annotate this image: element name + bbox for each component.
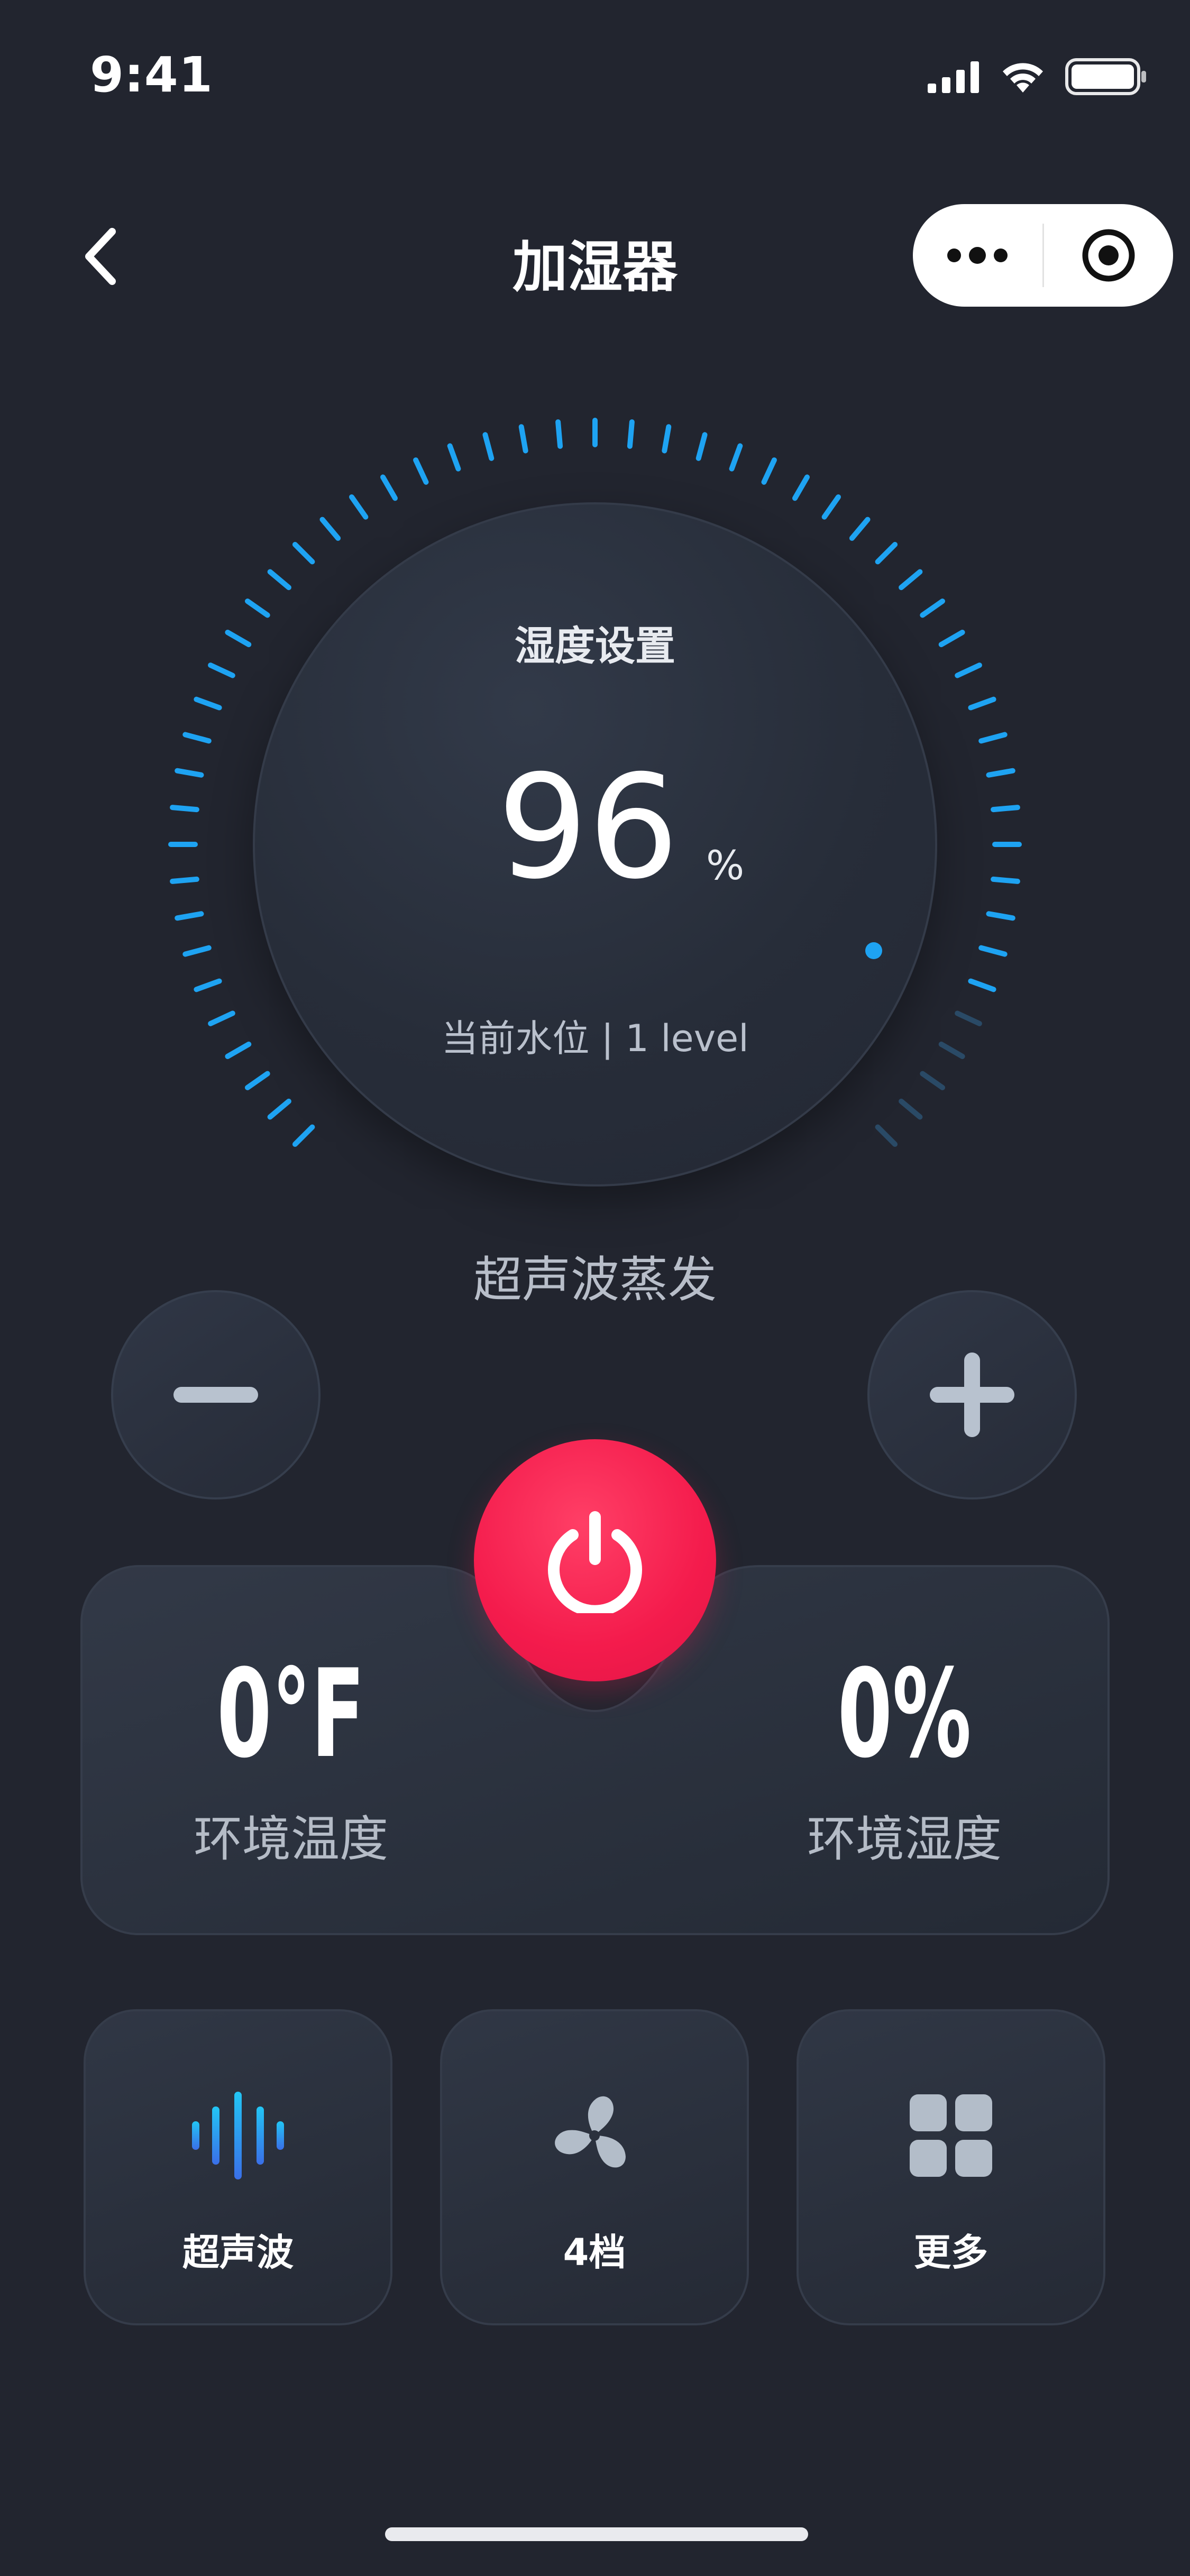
decrease-button[interactable] bbox=[111, 1290, 321, 1499]
target-circle-icon bbox=[1082, 229, 1135, 282]
dial-tick bbox=[349, 494, 369, 520]
more-options-button[interactable] bbox=[913, 204, 1042, 307]
ambient-temperature-label: 环境温度 bbox=[193, 1811, 388, 1867]
fan-icon bbox=[442, 2091, 747, 2181]
dial-tick bbox=[821, 494, 841, 520]
dial-tick bbox=[899, 569, 923, 591]
dial-label: 湿度设置 bbox=[515, 622, 675, 669]
dial-tick bbox=[986, 911, 1015, 921]
increase-button[interactable] bbox=[867, 1290, 1077, 1499]
dial-tick bbox=[245, 1071, 270, 1090]
status-time: 9:41 bbox=[90, 47, 213, 103]
minus-icon bbox=[173, 1387, 258, 1403]
grid-icon bbox=[799, 2091, 1103, 2181]
tile-fan-speed-label: 4档 bbox=[563, 2231, 626, 2274]
tile-fan-speed[interactable]: 4档 bbox=[440, 2009, 749, 2325]
dial-tick bbox=[267, 1098, 291, 1120]
sound-wave-icon bbox=[86, 2091, 390, 2181]
dial-tick bbox=[968, 696, 996, 711]
power-icon bbox=[548, 1511, 642, 1613]
status-icons bbox=[928, 58, 1148, 95]
dial-tick bbox=[849, 517, 871, 541]
humidity-value: 96 bbox=[497, 744, 679, 910]
dial-tick bbox=[175, 768, 204, 778]
dial-tick bbox=[380, 474, 398, 501]
cellular-signal-icon bbox=[928, 61, 979, 93]
dial-tick bbox=[267, 569, 291, 591]
tile-more-label: 更多 bbox=[914, 2231, 988, 2274]
dial-tick bbox=[761, 457, 777, 485]
dial-tick bbox=[194, 978, 222, 992]
tile-more[interactable]: 更多 bbox=[797, 2009, 1105, 2325]
dial-tick bbox=[182, 732, 212, 744]
dial-tick bbox=[413, 457, 429, 485]
ambient-temperature-value: 0°F bbox=[217, 1644, 365, 1785]
tile-ultrasonic-label: 超声波 bbox=[182, 2231, 294, 2274]
dial-tick bbox=[175, 911, 204, 921]
plus-icon bbox=[930, 1353, 1014, 1437]
home-indicator bbox=[385, 2527, 808, 2541]
wifi-icon bbox=[1003, 63, 1043, 93]
dial-tick bbox=[627, 419, 635, 449]
dial-tick bbox=[875, 1124, 898, 1147]
dial-tick bbox=[899, 1098, 923, 1120]
dial-tick bbox=[986, 768, 1015, 778]
dial-tick bbox=[991, 805, 1020, 813]
humidity-unit: % bbox=[706, 842, 745, 889]
dial-tick bbox=[182, 945, 212, 957]
battery-icon bbox=[1065, 58, 1146, 95]
dial-tick bbox=[978, 945, 1008, 957]
dial-tick bbox=[920, 1071, 945, 1090]
ambient-humidity-label: 环境湿度 bbox=[807, 1811, 1002, 1867]
dial-tick bbox=[482, 432, 495, 461]
dial-tick bbox=[978, 732, 1008, 744]
mini-program-capsule bbox=[913, 204, 1173, 307]
dial-tick bbox=[292, 541, 315, 565]
power-button[interactable] bbox=[474, 1439, 716, 1681]
dial-handle-dot[interactable] bbox=[864, 941, 883, 960]
dial-tick bbox=[319, 517, 341, 541]
dial-tick bbox=[729, 443, 743, 472]
dial-tick bbox=[194, 696, 222, 711]
close-capsule-button[interactable] bbox=[1044, 204, 1174, 307]
dial-tick bbox=[170, 876, 199, 884]
dial-tick bbox=[792, 474, 810, 501]
dial-tick bbox=[518, 424, 528, 454]
dial-tick bbox=[292, 1124, 315, 1147]
more-dots-icon bbox=[947, 247, 1008, 264]
dial-tick bbox=[170, 805, 199, 813]
dial-tick bbox=[875, 541, 898, 565]
dial-tick bbox=[991, 876, 1020, 884]
dial-tick bbox=[662, 424, 672, 454]
water-level-text: 当前水位 | 1 level bbox=[441, 1017, 749, 1060]
dial-tick bbox=[555, 419, 563, 449]
dial-tick bbox=[447, 443, 461, 472]
ambient-humidity-value: 0% bbox=[837, 1644, 972, 1785]
dial-tick bbox=[695, 432, 708, 461]
tile-ultrasonic[interactable]: 超声波 bbox=[84, 2009, 392, 2325]
dial-tick bbox=[968, 978, 996, 992]
